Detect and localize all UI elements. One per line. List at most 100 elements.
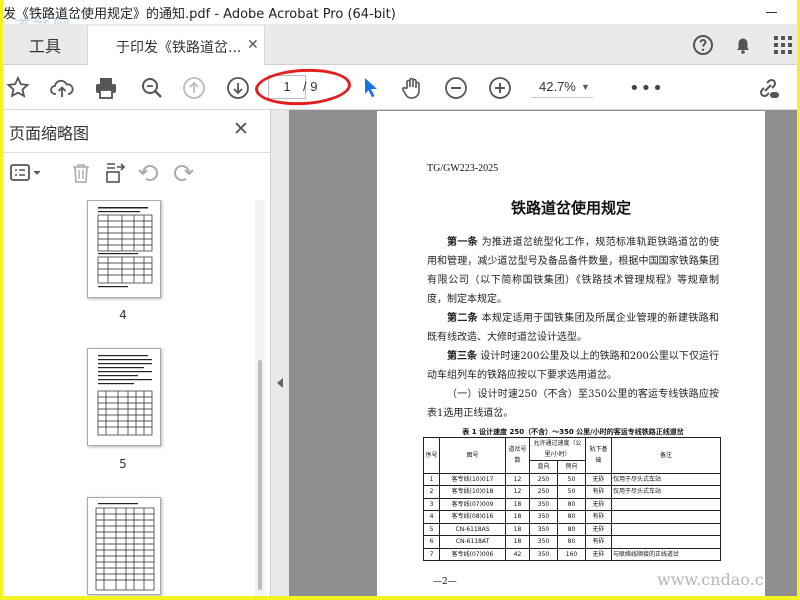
rotate-right-icon[interactable] xyxy=(171,161,195,185)
table-cell-seq: 3 xyxy=(423,497,440,511)
page-thumbnail-4[interactable] xyxy=(87,200,161,298)
table-cell-remark xyxy=(611,510,721,524)
table-cell-number: 18 xyxy=(505,535,530,549)
collapse-arrow-icon[interactable] xyxy=(277,378,283,388)
turnout-table: 序号 图号 道岔号数 允许通过速度（公里/小时） 轨下基础 备注 直向 侧向 1… xyxy=(423,437,721,561)
table-row: 3 客专线(07)009 18 350 80 无砟 xyxy=(423,497,721,511)
zoom-level-dropdown[interactable]: 42.7% ▼ xyxy=(531,76,593,98)
th-remark: 备注 xyxy=(611,437,721,474)
trash-icon[interactable] xyxy=(69,161,93,185)
table-cell-remark xyxy=(611,535,721,549)
table-cell-drawing: CN-6118AT xyxy=(439,535,506,549)
extract-pages-icon[interactable] xyxy=(103,161,127,185)
pdf-page: TG/GW223-2025 铁路道岔使用规定 第一条 为推进道岔统型化工作，规范… xyxy=(377,111,765,596)
table-row: 4 客专线(08)016 18 350 80 有砟 xyxy=(423,510,721,524)
table-cell-remark xyxy=(611,497,721,511)
tab-bar: 工具 于印发《铁路道岔... ✕ xyxy=(3,24,797,66)
table-cell-number: 12 xyxy=(505,485,530,499)
article-3: 第三条 设计时速200公里及以上的铁路和200公里以下仅运行动车组列车的铁路应按… xyxy=(427,347,719,385)
table-cell-seq: 4 xyxy=(423,510,440,524)
panel-toggle-strip[interactable] xyxy=(271,110,289,596)
table-cell-number: 18 xyxy=(505,497,530,511)
main-toolbar: 1 / 9 42.7% ▼ ••• xyxy=(3,65,797,110)
prev-page-icon[interactable] xyxy=(181,75,207,101)
table-cell-straight: 250 xyxy=(529,472,558,486)
th-rail-base: 轨下基础 xyxy=(585,437,612,474)
table-cell-diverging: 80 xyxy=(557,522,586,536)
article-2: 第二条 本规定适用于国铁集团及所属企业管理的新建铁路和既有线改造、大修时道岔设计… xyxy=(427,309,719,347)
document-code: TG/GW223-2025 xyxy=(427,163,499,174)
article-2-head: 第二条 xyxy=(447,313,479,324)
table-cell-diverging: 160 xyxy=(557,547,586,561)
title-bar: 发《铁路道岔使用规定》的通知.pdf - Adobe Acrobat Pro (… xyxy=(3,0,797,24)
table-cell-straight: 350 xyxy=(529,497,558,511)
thumbnail-options-icon[interactable] xyxy=(9,161,43,185)
table-cell-drawing: 客专线(10)018 xyxy=(439,485,506,499)
table-cell-drawing: 客专线(08)016 xyxy=(439,510,506,524)
table-cell-number: 18 xyxy=(505,510,530,524)
tab-close-icon[interactable]: ✕ xyxy=(247,37,259,53)
tab-document-label: 于印发《铁路道岔... xyxy=(116,40,242,56)
print-icon[interactable] xyxy=(93,75,119,101)
article-3-clause-1: （一）设计时速250（不含）至350公里的客运专线铁路应按表1选用正线道岔。 xyxy=(427,389,719,419)
article-1: 第一条 为推进道岔统型化工作，规范标准轨距铁路道岔的使用和管理，减少道岔型号及备… xyxy=(427,233,719,309)
more-tools-button[interactable]: ••• xyxy=(629,78,664,99)
zoom-out-icon[interactable] xyxy=(443,75,469,101)
thumbnail-list: 4 5 xyxy=(3,200,255,596)
upload-cloud-icon[interactable] xyxy=(49,75,75,101)
page-thumbnail-5[interactable] xyxy=(87,348,161,446)
th-speed-group: 允许通过速度（公里/小时） xyxy=(529,437,586,461)
table-cell-remark: 与联络线顺接的正线道岔 xyxy=(611,547,721,561)
help-icon[interactable] xyxy=(691,33,715,57)
table-cell-remark xyxy=(611,522,721,536)
th-seq: 序号 xyxy=(423,437,440,474)
zoom-level-value: 42.7% xyxy=(539,79,576,94)
table-row: 1 客专线(10)017 12 250 50 无砟 仅用于尽头式车站 xyxy=(423,472,721,486)
document-view[interactable]: TG/GW223-2025 铁路道岔使用规定 第一条 为推进道岔统型化工作，规范… xyxy=(289,110,797,596)
table-cell-remark: 仅用于尽头式车站 xyxy=(611,472,721,486)
table-cell-base: 无砟 xyxy=(585,472,612,486)
article-3-head: 第三条 xyxy=(447,351,478,362)
table-cell-straight: 350 xyxy=(529,510,558,524)
table-row: 5 CN-6118AS 18 350 80 无砟 xyxy=(423,522,721,536)
tab-document[interactable]: 于印发《铁路道岔... ✕ xyxy=(87,26,265,66)
table-cell-diverging: 80 xyxy=(557,535,586,549)
table-row: 2 客专线(10)018 12 250 50 有砟 仅用于尽头式车站 xyxy=(423,485,721,499)
link-cloud-icon[interactable] xyxy=(755,75,781,101)
table-cell-seq: 5 xyxy=(423,522,440,536)
table-cell-number: 42 xyxy=(505,547,530,561)
table-cell-straight: 250 xyxy=(529,485,558,499)
zoom-in-icon[interactable] xyxy=(487,75,513,101)
page-thumbnail-label: 5 xyxy=(119,457,127,471)
table-cell-remark: 仅用于尽头式车站 xyxy=(611,485,721,499)
bookmark-star-icon[interactable] xyxy=(5,75,31,101)
panel-close-icon[interactable]: ✕ xyxy=(233,118,249,140)
table-cell-drawing: 客专线(07)009 xyxy=(439,497,506,511)
acrobat-window: 发《铁路道岔使用规定》的通知.pdf - Adobe Acrobat Pro (… xyxy=(3,0,797,596)
table-cell-number: 18 xyxy=(505,522,530,536)
minimize-button[interactable] xyxy=(760,2,786,20)
table-cell-base: 无砟 xyxy=(585,547,612,561)
table-cell-diverging: 50 xyxy=(557,472,586,486)
apps-grid-icon[interactable] xyxy=(771,33,795,57)
search-zoom-icon[interactable] xyxy=(139,75,165,101)
page-thumbnail-label: 4 xyxy=(119,308,127,322)
hand-tool-icon[interactable] xyxy=(399,75,425,101)
th-diverging: 侧向 xyxy=(557,460,586,474)
tab-tools[interactable]: 工具 xyxy=(3,24,87,65)
rotate-left-icon[interactable] xyxy=(137,161,161,185)
next-page-icon[interactable] xyxy=(225,75,251,101)
scrollbar-handle[interactable] xyxy=(258,360,262,590)
table-title: 表 1 设计速度 250（不含）～350 公里/小时的客运专线铁路正线道岔 xyxy=(462,428,684,436)
table-row: 7 客专线(07)006 42 350 160 无砟 与联络线顺接的正线道岔 xyxy=(423,547,721,561)
th-drawing: 图号 xyxy=(439,437,506,474)
panel-title: 页面缩略图 xyxy=(9,124,90,143)
thumbnail-scrollbar[interactable] xyxy=(255,200,265,596)
select-cursor-icon[interactable] xyxy=(357,75,383,101)
bell-icon[interactable] xyxy=(731,33,755,57)
page-thumbnails-panel: 页面缩略图 ✕ 4 5 xyxy=(3,110,271,596)
table-cell-straight: 350 xyxy=(529,522,558,536)
table-cell-straight: 350 xyxy=(529,535,558,549)
page-thumbnail-6[interactable] xyxy=(87,497,161,595)
document-title: 铁路道岔使用规定 xyxy=(510,199,631,217)
